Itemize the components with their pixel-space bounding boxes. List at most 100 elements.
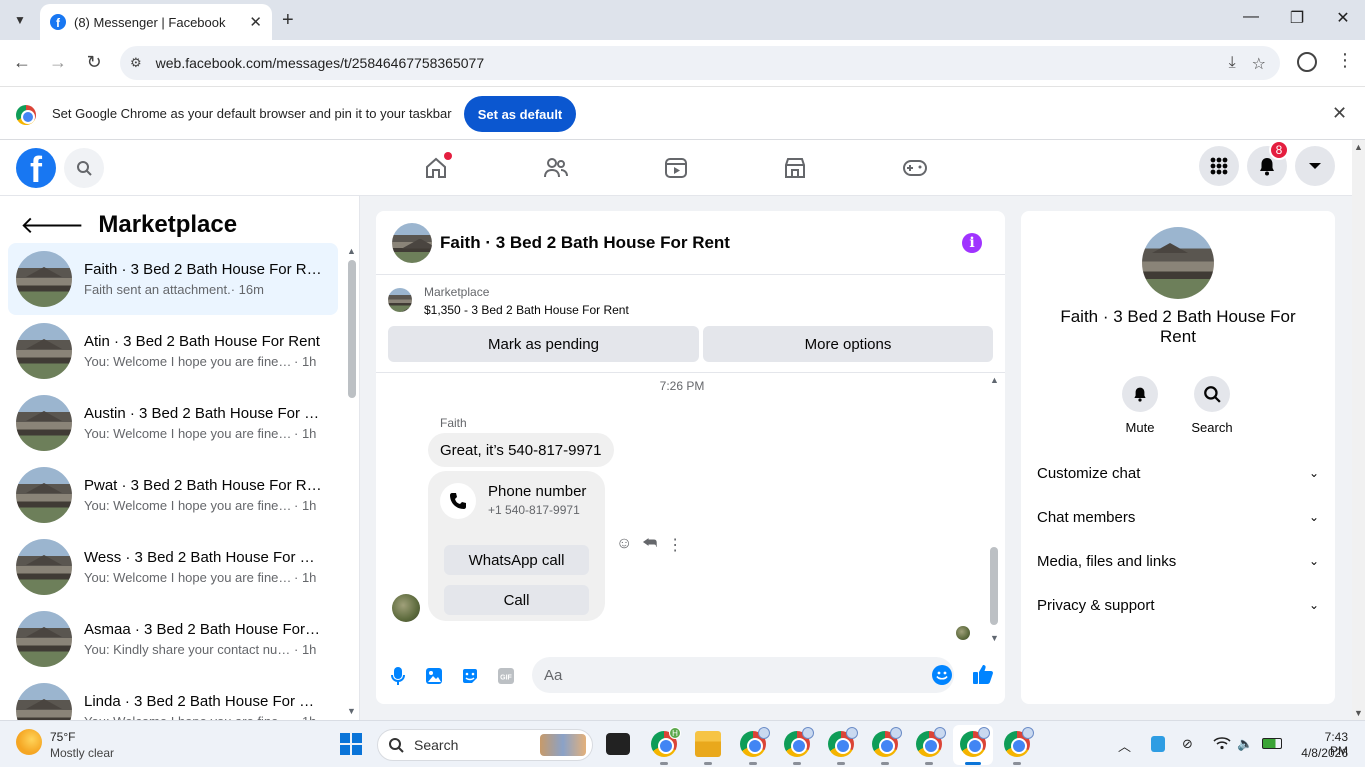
set-as-default-button[interactable]: Set as default <box>464 96 576 132</box>
minimize-icon[interactable]: — <box>1236 8 1266 26</box>
more-options-button[interactable]: More options <box>703 326 993 362</box>
chrome-menu-icon[interactable]: ⋮ <box>1336 50 1354 71</box>
friends-nav-button[interactable] <box>542 154 570 182</box>
new-tab-icon[interactable]: + <box>282 9 294 32</box>
facebook-logo-icon[interactable]: f <box>16 148 56 188</box>
marketplace-nav-button[interactable] <box>781 154 809 182</box>
sender-avatar[interactable] <box>392 594 420 622</box>
gaming-nav-button[interactable] <box>901 154 929 182</box>
marketplace-listing[interactable]: Marketplace $1,350 - 3 Bed 2 Bath House … <box>388 285 629 317</box>
profile-icon[interactable] <box>1297 52 1317 72</box>
close-infobar-icon[interactable]: ✕ <box>1332 103 1347 124</box>
bookmark-star-icon[interactable]: ☆ <box>1252 54 1266 74</box>
site-settings-icon[interactable]: ⚙ <box>130 55 142 71</box>
task-view-icon[interactable] <box>606 733 630 755</box>
chat-snippet: You: Welcome I hope you are fine, and yo… <box>84 570 294 585</box>
gif-icon[interactable]: GIF <box>495 665 517 687</box>
chat-list-item[interactable]: Wess · 3 Bed 2 Bath House For Rent You: W… <box>8 531 338 603</box>
call-button[interactable]: Call <box>444 585 589 615</box>
install-app-icon[interactable]: ⤓ <box>1229 54 1236 74</box>
react-emoji-icon[interactable]: ☺ <box>616 535 632 555</box>
facebook-search-button[interactable] <box>64 148 104 188</box>
notifications-button[interactable]: 8 <box>1247 140 1289 186</box>
info-icon[interactable]: i <box>962 233 982 253</box>
tab-search-chevron-icon[interactable]: ▼ <box>8 8 32 32</box>
chrome-window-icon[interactable] <box>784 727 814 757</box>
search-in-chat-button[interactable]: Search <box>1182 376 1242 435</box>
back-arrow-icon[interactable]: 🡐 <box>20 210 84 240</box>
chat-list-item[interactable]: Linda · 3 Bed 2 Bath House For RentYou: … <box>8 675 338 720</box>
emoji-icon[interactable] <box>932 665 952 685</box>
home-nav-button[interactable] <box>422 152 452 182</box>
page-scrollbar[interactable]: ▲ ▼ <box>1352 140 1365 720</box>
volume-icon[interactable]: 🔈 <box>1237 736 1253 752</box>
chat-members-section[interactable]: Chat members ⌄ <box>1037 505 1319 529</box>
chat-list-item[interactable]: Asmaa · 3 Bed 2 Bath House For Rent You: … <box>8 603 338 675</box>
customize-chat-section[interactable]: Customize chat ⌄ <box>1037 461 1319 485</box>
weather-icon[interactable] <box>16 729 42 755</box>
message-bubble[interactable]: Great, it’s 540-817-9971 <box>428 433 614 467</box>
scroll-down-arrow-icon[interactable]: ▼ <box>347 706 356 716</box>
account-button[interactable] <box>1295 146 1335 186</box>
scroll-up-arrow-icon[interactable]: ▲ <box>347 246 356 256</box>
chrome-window-icon[interactable] <box>872 727 902 757</box>
close-window-icon[interactable]: ✕ <box>1328 8 1358 28</box>
sticker-icon[interactable] <box>459 665 481 687</box>
reload-icon[interactable]: ↻ <box>83 52 105 73</box>
menu-button[interactable] <box>1199 146 1239 186</box>
file-explorer-icon[interactable] <box>695 731 721 757</box>
scroll-up-arrow-icon[interactable]: ▲ <box>1354 142 1363 152</box>
clock-date[interactable]: 4/8/2026 <box>1298 746 1348 760</box>
url-text[interactable]: web.facebook.com/messages/t/258464677583… <box>156 55 484 71</box>
message-input[interactable] <box>532 657 954 693</box>
taskbar-search[interactable]: Search <box>377 729 593 761</box>
more-icon[interactable]: ⋮ <box>667 535 683 555</box>
chrome-profile-h-icon[interactable]: H <box>651 727 681 757</box>
conversation-avatar[interactable] <box>392 222 432 263</box>
microphone-icon[interactable] <box>387 665 409 687</box>
media-files-links-section[interactable]: Media, files and links ⌄ <box>1037 549 1319 573</box>
details-avatar[interactable] <box>1142 227 1214 299</box>
chat-list-item[interactable]: Faith · 3 Bed 2 Bath House For Rent Faith… <box>8 243 338 315</box>
chat-list-item[interactable]: Austin · 3 Bed 2 Bath House For Rent You:… <box>8 387 338 459</box>
scroll-up-arrow-icon[interactable]: ▲ <box>990 375 999 385</box>
photo-icon[interactable] <box>423 665 445 687</box>
start-button[interactable] <box>340 733 362 755</box>
chrome-window-icon[interactable] <box>916 727 946 757</box>
restore-icon[interactable]: ❐ <box>1282 8 1312 28</box>
chrome-window-icon[interactable] <box>1004 727 1034 757</box>
security-shield-icon[interactable] <box>1151 736 1165 752</box>
wifi-icon[interactable] <box>1213 736 1231 753</box>
tray-chevron-up-icon[interactable]: ︿ <box>1118 736 1131 755</box>
reply-icon[interactable]: ⮪ <box>642 535 657 555</box>
mark-as-pending-button[interactable]: Mark as pending <box>388 326 699 362</box>
scroll-down-arrow-icon[interactable]: ▼ <box>990 633 999 643</box>
scrollbar-thumb[interactable] <box>990 547 998 625</box>
scrollbar-thumb[interactable] <box>348 260 356 398</box>
browser-tab[interactable]: f (8) Messenger | Facebook ✕ <box>40 4 272 40</box>
chat-list-item[interactable]: Pwat · 3 Bed 2 Bath House For Rent You: W… <box>8 459 338 531</box>
thumbs-up-icon[interactable] <box>972 663 994 685</box>
battery-icon[interactable] <box>1262 738 1282 749</box>
address-bar[interactable]: ⚙ web.facebook.com/messages/t/2584646775… <box>120 46 1280 80</box>
mute-button[interactable]: Mute <box>1110 376 1170 435</box>
video-nav-button[interactable] <box>662 154 690 182</box>
conversation-scrollbar[interactable]: ▲ ▼ <box>988 375 1000 643</box>
close-tab-icon[interactable]: ✕ <box>249 13 262 31</box>
chrome-window-icon[interactable] <box>828 727 858 757</box>
chat-list-item[interactable]: Atin · 3 Bed 2 Bath House For Rent You: W… <box>8 315 338 387</box>
weather-summary[interactable]: Mostly clear <box>50 746 114 760</box>
scroll-down-arrow-icon[interactable]: ▼ <box>1354 708 1363 718</box>
whatsapp-call-button[interactable]: WhatsApp call <box>444 545 589 575</box>
conversation-title[interactable]: Faith · 3 Bed 2 Bath House For Rent <box>440 233 730 253</box>
back-icon[interactable]: ← <box>11 52 33 73</box>
chat-list-scrollbar[interactable]: ▲ ▼ <box>346 246 356 716</box>
network-off-icon[interactable]: ⊘ <box>1182 736 1193 752</box>
section-label: Media, files and links <box>1037 552 1177 570</box>
active-indicator <box>965 762 981 765</box>
weather-temp[interactable]: 75°F <box>50 730 75 744</box>
chrome-window-active-icon[interactable] <box>960 727 990 757</box>
chrome-window-icon[interactable] <box>740 727 770 757</box>
forward-icon[interactable]: → <box>47 52 69 73</box>
privacy-support-section[interactable]: Privacy & support ⌄ <box>1037 593 1319 617</box>
